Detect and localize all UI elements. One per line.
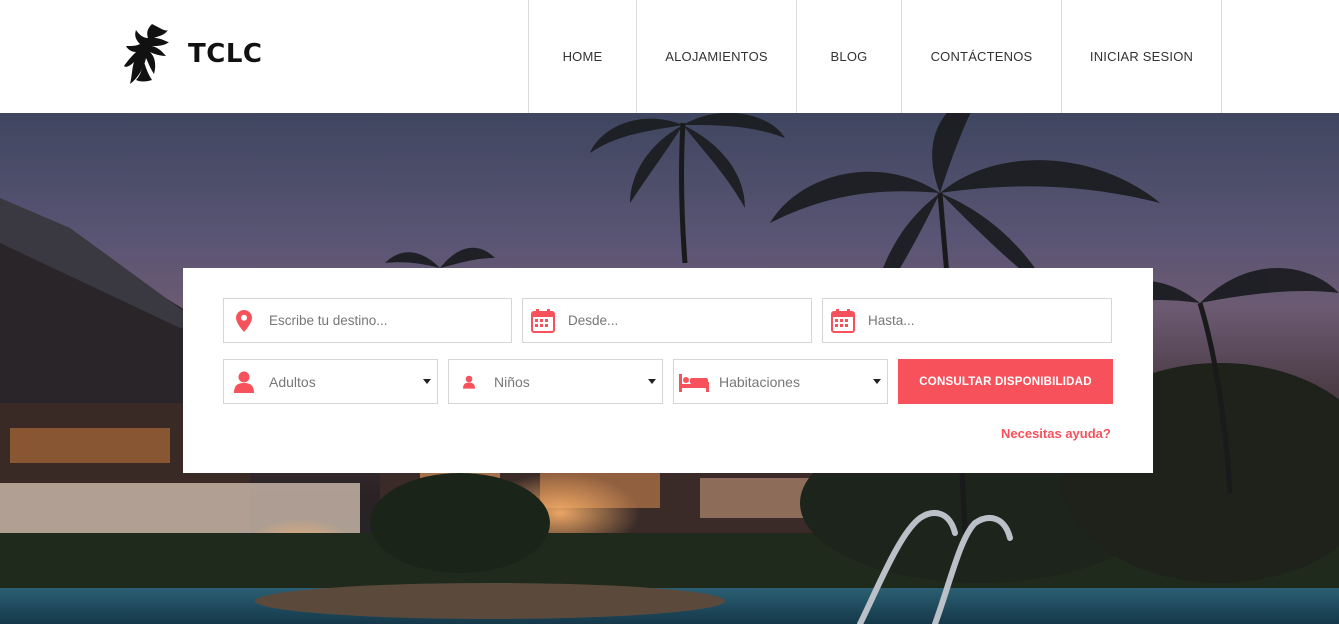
bed-icon [674, 372, 714, 392]
adults-select[interactable]: Adultos [223, 359, 438, 404]
adults-label: Adultos [269, 373, 316, 390]
chevron-down-icon [423, 379, 431, 384]
nav-alojamientos[interactable]: ALOJAMIENTOS [636, 0, 796, 113]
date-from-input[interactable] [568, 313, 788, 328]
brand-logo[interactable]: TCLC [122, 22, 262, 86]
calendar-icon [523, 308, 563, 333]
rooms-select[interactable]: Habitaciones [673, 359, 888, 404]
nav-iniciar-sesion[interactable]: INICIAR SESION [1061, 0, 1221, 113]
map-pin-icon [224, 309, 264, 332]
children-label: Niños [494, 373, 530, 390]
children-select[interactable]: Niños [448, 359, 663, 404]
date-to-input[interactable] [868, 313, 1088, 328]
availability-search-box: Adultos Niños Habitaciones CONSULTAR DIS… [183, 268, 1153, 473]
help-link[interactable]: Necesitas ayuda? [1001, 426, 1111, 441]
chevron-down-icon [873, 379, 881, 384]
calendar-icon [823, 308, 863, 333]
nav-blog[interactable]: BLOG [796, 0, 901, 113]
site-header: TCLC HOME ALOJAMIENTOS BLOG CONTÁCTENOS … [0, 0, 1339, 113]
main-nav: HOME ALOJAMIENTOS BLOG CONTÁCTENOS INICI… [528, 0, 1222, 113]
date-to-field[interactable] [822, 298, 1112, 343]
chevron-down-icon [648, 379, 656, 384]
nav-contactenos[interactable]: CONTÁCTENOS [901, 0, 1061, 113]
check-availability-button[interactable]: CONSULTAR DISPONIBILIDAD [898, 359, 1113, 404]
nav-home[interactable]: HOME [528, 0, 636, 113]
brand-name: TCLC [188, 39, 263, 69]
user-icon [224, 371, 264, 393]
child-icon [449, 375, 489, 389]
destination-input[interactable] [269, 313, 489, 328]
rooms-label: Habitaciones [719, 373, 800, 390]
destination-field[interactable] [223, 298, 512, 343]
flame-leaf-logo-icon [124, 24, 169, 84]
date-from-field[interactable] [522, 298, 812, 343]
